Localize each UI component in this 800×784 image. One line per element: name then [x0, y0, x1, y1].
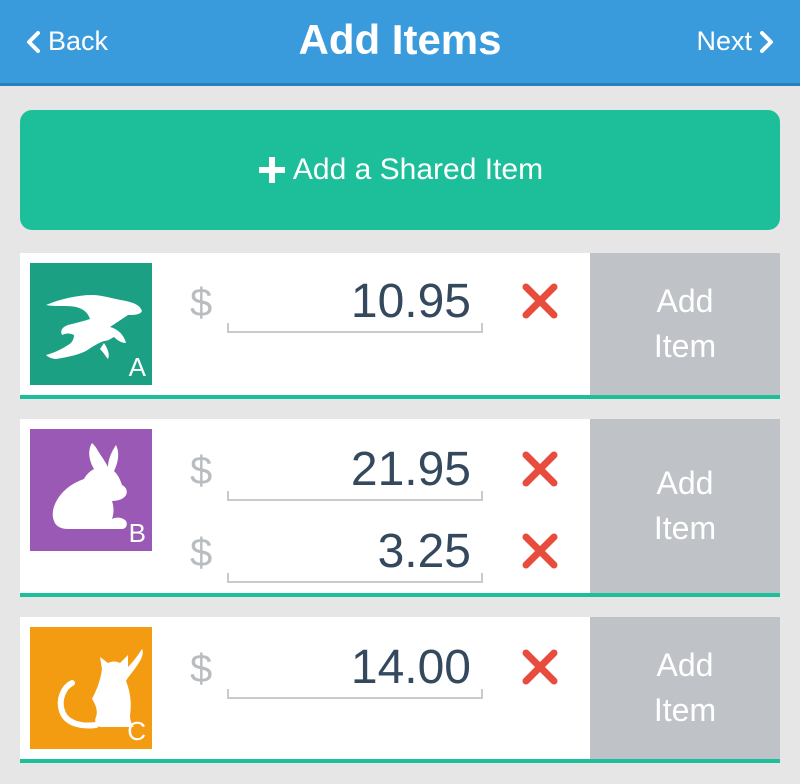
add-item-label-line1: Add — [656, 465, 714, 501]
avatar-c[interactable]: C — [30, 627, 152, 749]
remove-icon[interactable] — [520, 531, 560, 571]
plus-icon — [258, 157, 285, 183]
amount-value: 3.25 — [377, 525, 471, 578]
remove-icon[interactable] — [520, 449, 560, 489]
add-item-label-line1: Add — [656, 283, 714, 319]
currency-symbol: $ — [190, 449, 213, 493]
next-button[interactable]: Next — [696, 26, 776, 57]
navbar: Back Add Items Next — [0, 0, 800, 86]
amount-input[interactable]: 21.95 — [227, 439, 483, 501]
amount-row: $ 10.95 — [185, 271, 558, 341]
amount-input[interactable]: 10.95 — [227, 271, 483, 333]
add-item-button[interactable]: Add Item — [590, 419, 780, 593]
person-card-c: C $ 14.00 Add Item — [20, 617, 780, 763]
amount-value: 21.95 — [350, 443, 471, 496]
avatar-a[interactable]: A — [30, 263, 152, 385]
amount-value: 10.95 — [350, 275, 471, 328]
remove-icon[interactable] — [520, 281, 560, 321]
next-label: Next — [696, 26, 752, 56]
amount-row: $ 14.00 — [185, 637, 558, 707]
currency-symbol: $ — [190, 647, 213, 691]
person-card-b: B $ 21.95 $ 3.25 Add Item — [20, 419, 780, 597]
avatar-letter: C — [127, 716, 146, 746]
chevron-right-icon — [760, 30, 773, 53]
amount-value: 14.00 — [350, 641, 471, 694]
amount-row: $ 3.25 — [185, 521, 558, 591]
add-item-label-line2: Item — [653, 692, 717, 728]
add-item-label-line2: Item — [653, 328, 717, 364]
avatar-letter: B — [128, 518, 146, 548]
add-item-button[interactable]: Add Item — [590, 617, 780, 759]
add-shared-item-label: Add a Shared Item — [292, 153, 544, 186]
amount-input[interactable]: 3.25 — [227, 521, 483, 583]
currency-symbol: $ — [190, 531, 213, 575]
person-card-a: A $ 10.95 Add Item — [20, 253, 780, 399]
add-item-button[interactable]: Add Item — [590, 253, 780, 395]
add-item-label-line2: Item — [653, 510, 717, 546]
add-shared-item-button[interactable]: Add a Shared Item — [20, 110, 780, 230]
avatar-b[interactable]: B — [30, 429, 152, 551]
amount-input[interactable]: 14.00 — [227, 637, 483, 699]
remove-icon[interactable] — [520, 647, 560, 687]
add-item-label-line1: Add — [656, 647, 714, 683]
avatar-letter: A — [128, 352, 146, 382]
page-title: Add Items — [298, 16, 502, 63]
amount-row: $ 21.95 — [185, 439, 558, 509]
currency-symbol: $ — [190, 281, 213, 325]
